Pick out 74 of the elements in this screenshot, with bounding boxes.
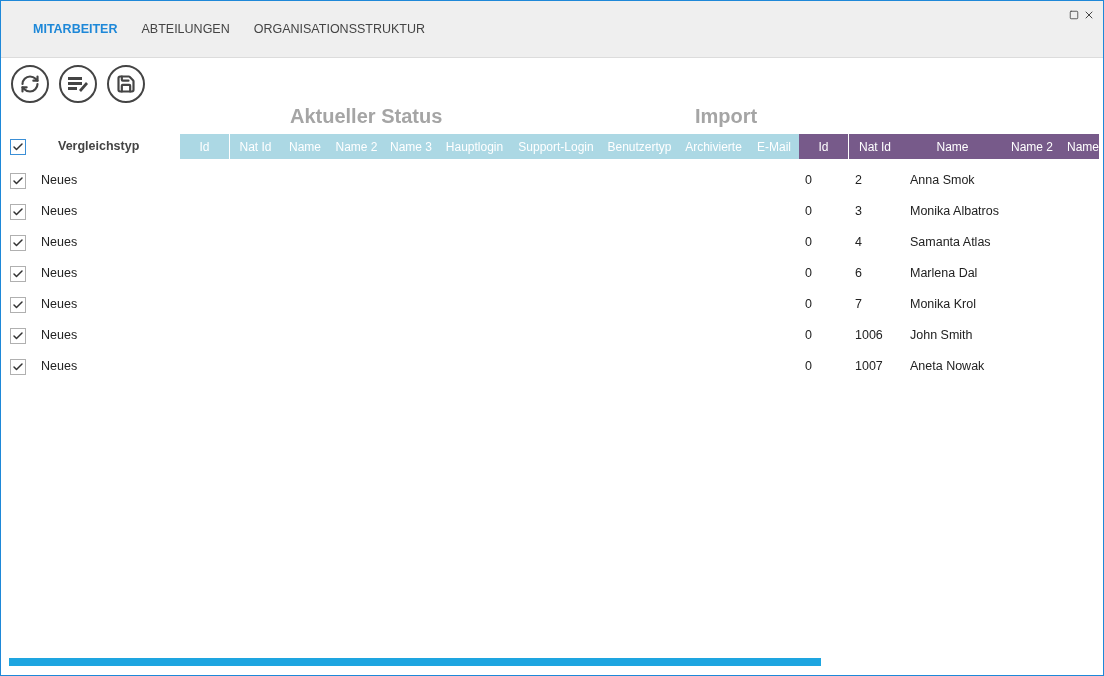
refresh-button[interactable] — [11, 65, 49, 103]
check-icon — [12, 267, 24, 280]
save-icon — [116, 74, 136, 94]
table-cell-text: Monika Albatros — [909, 203, 1000, 221]
table-cell-text: 0 — [804, 234, 813, 252]
table-cell-text: Samanta Atlas — [909, 234, 992, 252]
table-cell-text: 0 — [804, 296, 813, 314]
table-cell-text: 0 — [804, 172, 813, 190]
close-icon[interactable] — [1083, 9, 1095, 21]
table-cell-text: 0 — [804, 203, 813, 221]
table-cell-text: 2 — [854, 172, 863, 190]
table-cell-text: 1007 — [854, 358, 884, 376]
checkbox[interactable] — [10, 138, 26, 155]
check-icon — [12, 329, 24, 342]
checkbox[interactable] — [10, 203, 26, 220]
table-cell-text: Marlena Dal — [909, 265, 979, 283]
maximize-icon[interactable] — [1069, 10, 1079, 20]
table-cell-text: Monika Krol — [909, 296, 977, 314]
table-cell-text: 4 — [854, 234, 863, 252]
check-icon — [12, 140, 24, 153]
column-header: Vergleichstyp — [58, 138, 140, 156]
column-header[interactable]: Name 3 — [384, 134, 438, 159]
tab[interactable]: MITARBEITER — [33, 19, 118, 39]
check-icon — [12, 236, 24, 249]
table-cell-text: 7 — [854, 296, 863, 314]
checkbox[interactable] — [10, 234, 26, 251]
table-cell-text: Neues — [41, 234, 78, 252]
column-header[interactable]: Archivierte — [678, 134, 749, 159]
table-cell-text: Neues — [41, 358, 78, 376]
checkbox[interactable] — [10, 172, 26, 189]
column-header[interactable]: Name — [1060, 134, 1099, 159]
table-cell-text: 0 — [804, 327, 813, 345]
column-header[interactable]: Support-Login — [511, 134, 601, 159]
save-button[interactable] — [107, 65, 145, 103]
column-header[interactable]: Name — [281, 134, 329, 159]
checkbox[interactable] — [10, 358, 26, 375]
column-header[interactable]: E-Mail — [749, 134, 799, 159]
column-header[interactable]: Name 2 — [329, 134, 384, 159]
column-header[interactable]: Id — [799, 134, 849, 159]
column-header[interactable]: Nat Id — [849, 134, 901, 159]
group-heading: Aktueller Status — [290, 104, 444, 129]
check-icon — [12, 174, 24, 187]
checkbox[interactable] — [10, 265, 26, 282]
table-cell-text: Anna Smok — [909, 172, 976, 190]
group-heading: Import — [695, 104, 758, 129]
scrollbar[interactable] — [9, 658, 821, 666]
refresh-icon — [20, 74, 40, 94]
column-header[interactable]: Benutzertyp — [601, 134, 678, 159]
column-header[interactable]: Nat Id — [230, 134, 281, 159]
checkbox[interactable] — [10, 327, 26, 344]
tab[interactable]: ORGANISATIONSSTRUKTUR — [253, 19, 426, 39]
check-icon — [12, 205, 24, 218]
table-cell-text: Neues — [41, 203, 78, 221]
table-cell-text: Neues — [41, 296, 78, 314]
edit-button[interactable] — [59, 65, 97, 103]
column-header[interactable]: Id — [180, 134, 230, 159]
table-cell-text: John Smith — [909, 327, 974, 345]
table-cell-text: 6 — [854, 265, 863, 283]
check-icon — [12, 360, 24, 373]
check-icon — [12, 298, 24, 311]
table-cell-text: 0 — [804, 358, 813, 376]
table-cell-text: Neues — [41, 265, 78, 283]
table-cell-text: 0 — [804, 265, 813, 283]
table-cell-text: Neues — [41, 172, 78, 190]
tab[interactable]: ABTEILUNGEN — [141, 19, 230, 39]
table-cell-text: Aneta Nowak — [909, 358, 986, 376]
column-header[interactable]: Hauptlogin — [438, 134, 511, 159]
table-cell-text: 1006 — [854, 327, 884, 345]
edit-list-icon — [68, 76, 88, 92]
table-cell-text: 3 — [854, 203, 863, 221]
column-header[interactable]: Name 2 — [1004, 134, 1060, 159]
column-header[interactable]: Name — [901, 134, 1004, 159]
checkbox[interactable] — [10, 296, 26, 313]
table-cell-text: Neues — [41, 327, 78, 345]
